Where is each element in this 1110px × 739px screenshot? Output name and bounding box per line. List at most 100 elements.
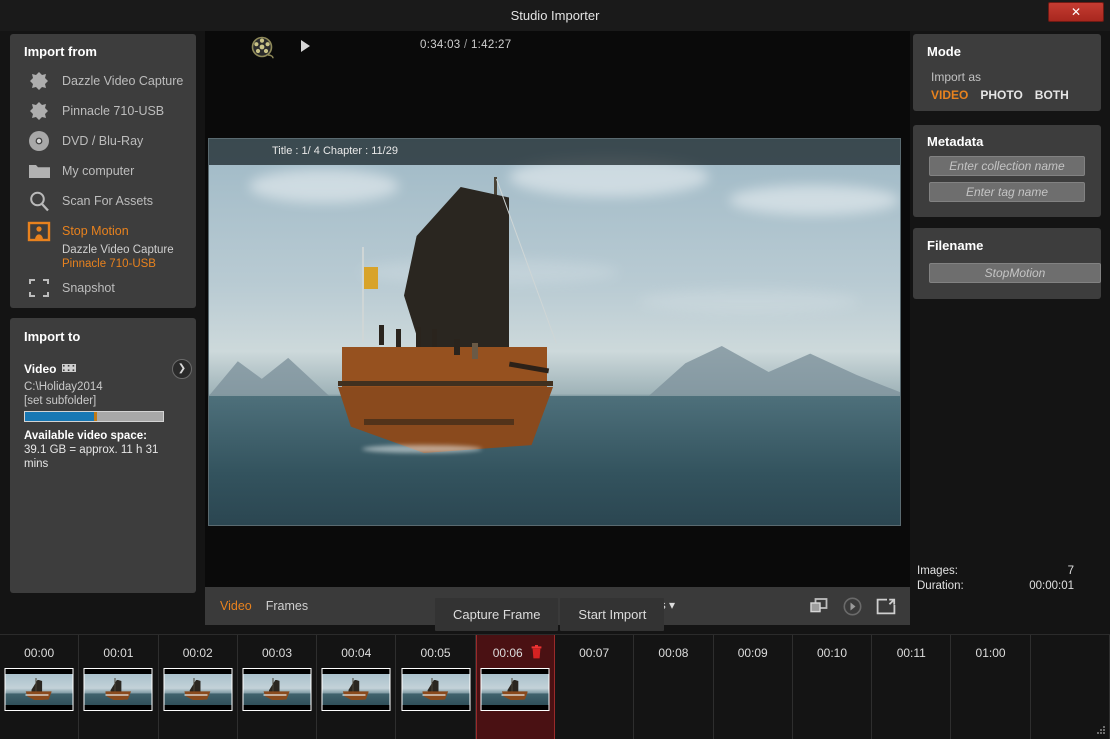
magnifier-icon [24, 189, 54, 213]
video-canvas[interactable]: Title : 1/ 4 Chapter : 11/29 [205, 62, 910, 587]
import-to-panel: Import to Video ❯ C:\Holiday2014 [set su… [10, 318, 196, 593]
timeline-frame-selected[interactable]: 00:06 [475, 635, 555, 739]
timecode-display: 0:34:03 / 1:42:27 [420, 39, 511, 51]
stop-motion-device-info: Dazzle Video Capture Pinnacle 710-USB [10, 243, 196, 271]
crew-figure [379, 325, 384, 345]
tag-name-input[interactable]: Enter tag name [929, 182, 1085, 202]
folder-icon [24, 159, 54, 183]
import-to-body: Video ❯ C:\Holiday2014 [set subfolder] A… [24, 359, 192, 471]
import-to-browse-button[interactable]: ❯ [172, 359, 192, 379]
wake-shape [362, 445, 482, 453]
next-circle-icon[interactable] [843, 597, 862, 616]
sidebar-item-my-computer[interactable]: My computer [10, 156, 196, 186]
sidebar-item-label: Stop Motion [62, 224, 129, 238]
sidebar-item-label: DVD / Blu-Ray [62, 134, 144, 148]
frame-thumbnail[interactable] [163, 668, 233, 711]
dvd-title-chapter-text: Title : 1/ 4 Chapter : 11/29 [272, 145, 398, 157]
capture-frame-button[interactable]: Capture Frame [435, 598, 559, 631]
import-to-video-label: Video [24, 362, 57, 376]
frame-thumbnail[interactable] [480, 668, 550, 711]
timeline-frame[interactable]: 00:07 [555, 635, 635, 739]
disk-space-bar [24, 411, 164, 422]
cloud-shape [729, 185, 899, 215]
crew-figure [416, 327, 421, 347]
sidebar-item-dazzle-video-capture[interactable]: Dazzle Video Capture [10, 66, 196, 96]
images-value: 7 [1067, 565, 1074, 577]
trash-icon[interactable] [531, 645, 542, 659]
start-import-button[interactable]: Start Import [560, 598, 665, 631]
timeline-frame[interactable]: 00:04 [317, 635, 397, 739]
set-subfolder-link[interactable]: [set subfolder] [24, 394, 184, 408]
timeline-frame[interactable]: 00:00 [0, 635, 80, 739]
frame-thumbnail[interactable] [83, 668, 153, 711]
action-buttons: Capture Frame Start Import [435, 598, 665, 631]
images-label: Images: [917, 565, 958, 577]
mode-option-both[interactable]: BOTH [1035, 88, 1069, 102]
sidebar-item-stop-motion[interactable]: Stop Motion [10, 216, 196, 246]
crew-figure [454, 339, 460, 355]
window-mode-icon[interactable] [810, 598, 829, 614]
metadata-heading: Metadata [927, 134, 984, 149]
timeline-frame[interactable]: 00:05 [396, 635, 476, 739]
capture-stats: Images: 7 Duration: 00:00:01 [917, 564, 1102, 594]
crew-figure [472, 343, 478, 359]
import-as-label: Import as [931, 70, 982, 84]
timeline-frame[interactable]: 00:09 [714, 635, 793, 739]
frame-time-label: 00:05 [420, 646, 451, 660]
timeline-frame[interactable]: 00:10 [793, 635, 873, 739]
sidebar-item-scan-for-assets[interactable]: Scan For Assets [10, 186, 196, 216]
timeline-frame[interactable]: 00:02 [159, 635, 238, 739]
filename-input[interactable]: StopMotion [929, 263, 1101, 283]
frame-timeline[interactable]: 00:00 00:01 00:02 00:03 00:04 00:05 00:0… [0, 634, 1110, 739]
sidebar-item-snapshot[interactable]: Snapshot [10, 273, 196, 303]
chevron-down-icon: ▾ [669, 598, 676, 612]
play-icon[interactable] [301, 40, 310, 52]
current-time: 0:34:03 [420, 39, 461, 51]
mode-options: VIDEO PHOTO BOTH [931, 88, 1069, 102]
tab-video[interactable]: Video [220, 599, 252, 613]
disk-space-bar-marker [94, 412, 97, 421]
timeline-frame[interactable]: 00:11 [872, 635, 952, 739]
sidebar-item-pinnacle-710-usb[interactable]: Pinnacle 710-USB [10, 96, 196, 126]
timeline-frame[interactable]: 00:08 [634, 635, 714, 739]
sidebar-item-dvd-blu-ray[interactable]: DVD / Blu-Ray [10, 126, 196, 156]
mode-option-photo[interactable]: PHOTO [980, 88, 1022, 102]
duration-label: Duration: [917, 580, 964, 592]
frame-thumbnail[interactable] [4, 668, 74, 711]
available-space-value: 39.1 GB = approx. 11 h 31 mins [24, 444, 159, 470]
import-to-path: C:\Holiday2014 [24, 381, 103, 393]
frame-time-label: 00:08 [658, 646, 689, 660]
studio-importer-window: Studio Importer ✕ Import from Dazzle Vid… [0, 0, 1110, 739]
snapshot-icon [24, 276, 54, 300]
import-to-video-row: Video ❯ [24, 359, 192, 379]
sidebar-item-label: Dazzle Video Capture [62, 74, 184, 88]
crew-figure [396, 329, 401, 347]
mode-option-video[interactable]: VIDEO [931, 88, 968, 102]
sidebar-item-label: My computer [62, 164, 135, 178]
player-header: 0:34:03 / 1:42:27 [205, 31, 910, 88]
available-space-heading: Available video space: [24, 430, 147, 442]
window-title: Studio Importer [510, 8, 600, 23]
images-row: Images: 7 [917, 564, 1102, 579]
filename-heading: Filename [927, 238, 984, 253]
film-strip-icon [62, 363, 77, 376]
fullscreen-icon[interactable] [876, 598, 896, 615]
close-button[interactable]: ✕ [1048, 2, 1104, 22]
metadata-panel: Metadata Enter collection name Enter tag… [913, 125, 1101, 217]
import-source-list: Dazzle Video Capture Pinnacle 710-USB DV… [10, 66, 196, 303]
boat-graphic [304, 169, 644, 499]
frame-thumbnail[interactable] [242, 668, 312, 711]
frame-time-label: 00:06 [492, 646, 523, 660]
stop-motion-icon [24, 219, 54, 243]
timeline-frame[interactable] [1031, 635, 1110, 739]
timeline-frame[interactable]: 00:03 [238, 635, 318, 739]
timeline-frame[interactable]: 00:01 [79, 635, 159, 739]
timeline-frame[interactable]: 01:00 [951, 635, 1031, 739]
collection-name-input[interactable]: Enter collection name [929, 156, 1085, 176]
sidebar-item-label: Snapshot [62, 281, 115, 295]
frame-thumbnail[interactable] [401, 668, 471, 711]
frame-thumbnail[interactable] [321, 668, 391, 711]
tab-frames[interactable]: Frames [266, 599, 308, 613]
resize-grip[interactable] [1097, 726, 1106, 735]
frame-time-label: 00:07 [579, 646, 610, 660]
